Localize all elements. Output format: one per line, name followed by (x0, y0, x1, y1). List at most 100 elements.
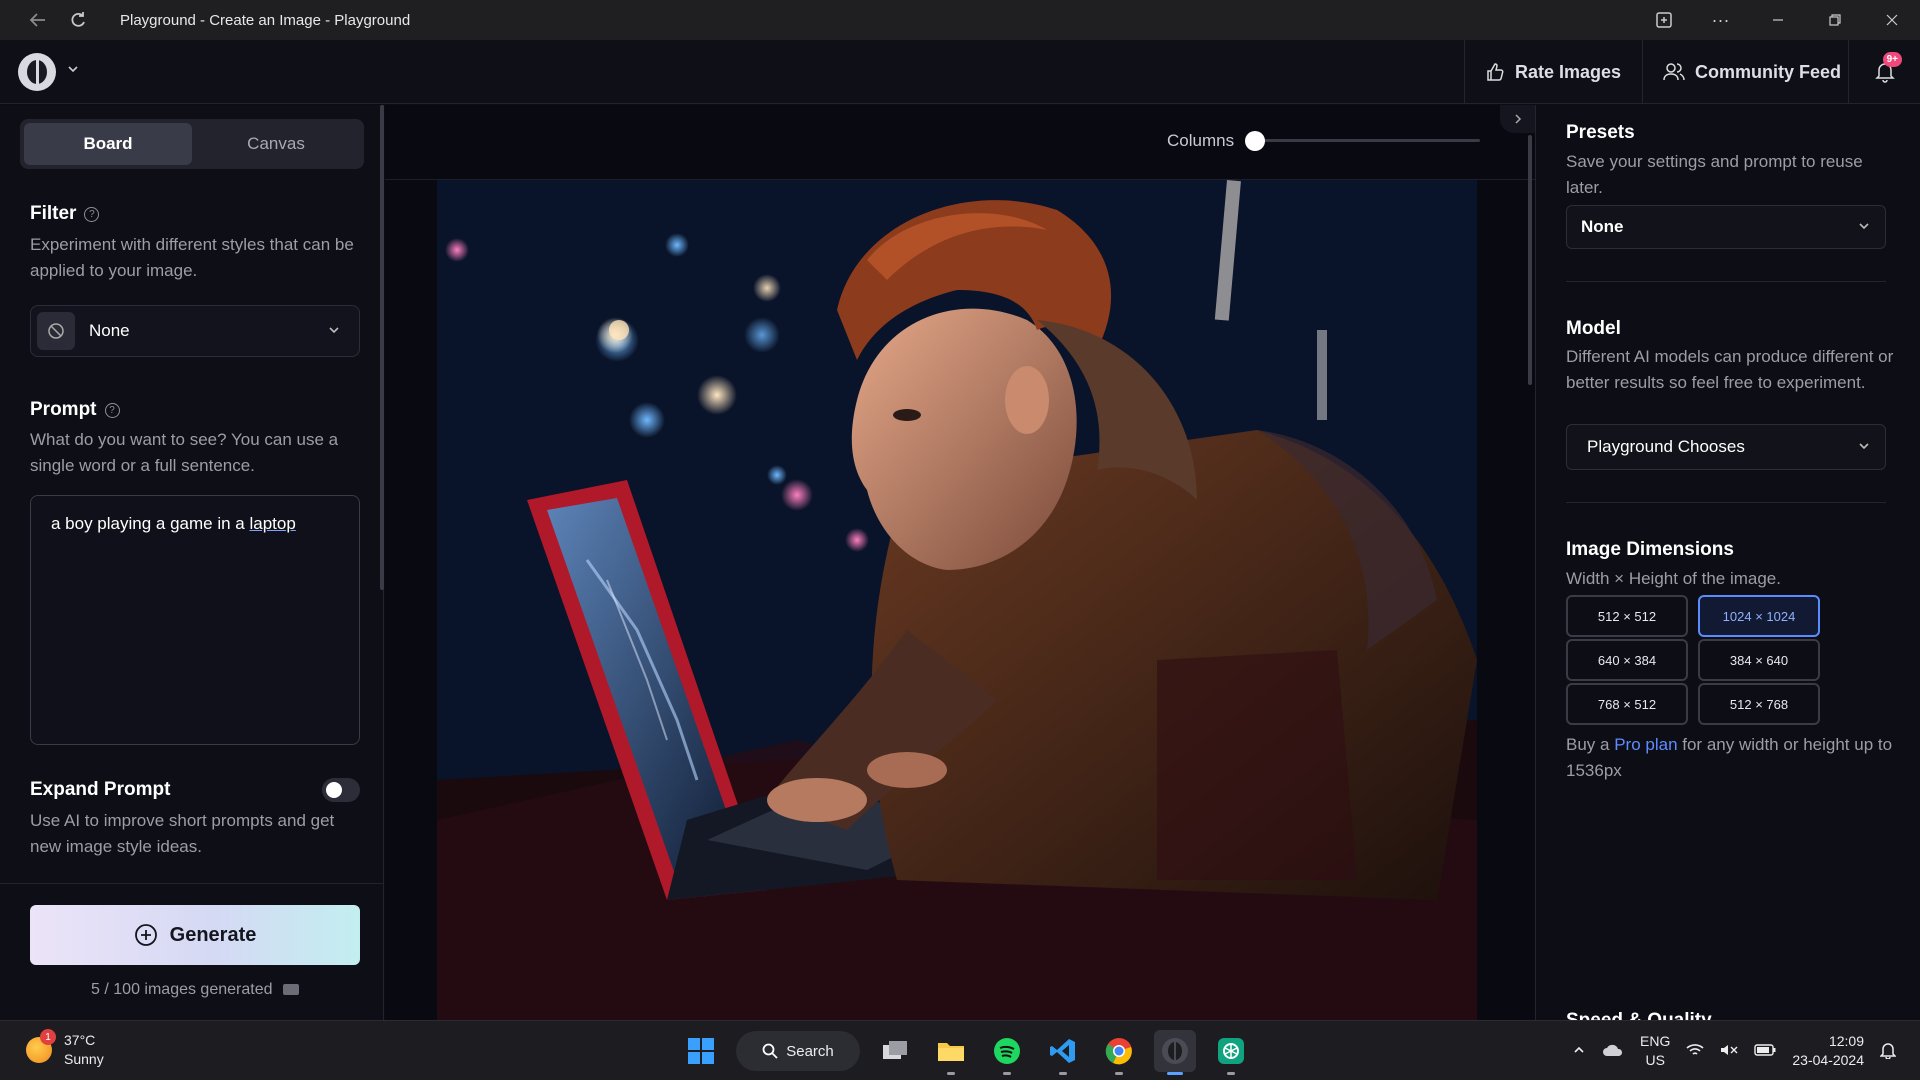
thumbs-up-icon (1487, 63, 1504, 81)
battery-icon[interactable] (1754, 1043, 1776, 1059)
restore-icon[interactable] (1806, 0, 1863, 40)
clock[interactable]: 12:09 23-04-2024 (1792, 1032, 1864, 1070)
model-select[interactable]: Playground Chooses (1566, 424, 1886, 470)
playground-app-icon[interactable] (1154, 1030, 1196, 1075)
notifications-button[interactable]: 9+ (1848, 40, 1920, 104)
left-settings-panel: Board Canvas Filter ? Experiment with di… (0, 105, 384, 1020)
tab-canvas[interactable]: Canvas (192, 123, 360, 165)
clock-time: 12:09 (1828, 1033, 1864, 1049)
center-scrollbar[interactable] (1528, 135, 1532, 385)
dimension-640x384[interactable]: 640 × 384 (1566, 639, 1688, 681)
volume-muted-icon[interactable] (1720, 1043, 1738, 1060)
dimension-1024x1024[interactable]: 1024 × 1024 (1698, 595, 1820, 637)
chevron-right-icon[interactable] (1500, 105, 1536, 133)
dimension-384x640[interactable]: 384 × 640 (1698, 639, 1820, 681)
prompt-title: Prompt (30, 399, 97, 420)
rate-images-label: Rate Images (1515, 61, 1622, 82)
app-install-icon[interactable] (1635, 0, 1692, 40)
chrome-icon[interactable] (1098, 1030, 1140, 1075)
language-line2: US (1645, 1052, 1665, 1068)
rate-images-button[interactable]: Rate Images (1464, 40, 1641, 104)
left-scrollbar[interactable] (380, 105, 384, 590)
filter-value: None (89, 321, 130, 340)
taskbar-search[interactable]: Search (736, 1031, 860, 1071)
notification-center-icon[interactable] (1879, 1041, 1897, 1062)
more-options-icon[interactable]: ··· (1692, 0, 1749, 40)
divider (1566, 502, 1886, 503)
model-description: Different AI models can produce differen… (1566, 347, 1894, 392)
model-value: Playground Chooses (1587, 437, 1745, 456)
dimension-768x512[interactable]: 768 × 512 (1566, 683, 1688, 725)
view-mode-tabs: Board Canvas (20, 119, 364, 169)
back-icon[interactable] (18, 0, 58, 40)
refresh-icon[interactable] (58, 0, 98, 40)
tab-board[interactable]: Board (24, 123, 192, 165)
onedrive-icon[interactable] (1602, 1043, 1624, 1060)
weather-condition: Sunny (64, 1051, 104, 1067)
clock-date: 23-04-2024 (1792, 1052, 1864, 1068)
wifi-icon[interactable] (1686, 1043, 1704, 1060)
expand-prompt-toggle[interactable] (322, 778, 360, 802)
minimize-icon[interactable] (1749, 0, 1806, 40)
speed-quality-title-cut: Speed & Quality (1566, 998, 1712, 1020)
divider (0, 883, 384, 884)
chevron-down-icon (1857, 219, 1871, 236)
community-feed-label: Community Feed (1695, 61, 1842, 82)
generated-image[interactable] (437, 180, 1477, 1020)
windows-start-icon[interactable] (680, 1030, 722, 1072)
help-icon[interactable]: ? (84, 206, 100, 222)
prompt-textarea[interactable]: a boy playing a game in a laptop (30, 495, 360, 745)
language-indicator[interactable]: ENG US (1640, 1032, 1670, 1070)
presets-value: None (1581, 217, 1624, 236)
dimension-512x512[interactable]: 512 × 512 (1566, 595, 1688, 637)
presets-description: Save your settings and prompt to reuse l… (1566, 152, 1863, 197)
expand-prompt-description: Use AI to improve short prompts and get … (30, 811, 335, 856)
task-view-icon[interactable] (874, 1030, 916, 1072)
dimensions-description: Width × Height of the image. (1566, 569, 1781, 588)
chatgpt-icon[interactable] (1210, 1030, 1252, 1075)
generate-button[interactable]: Generate (30, 905, 360, 965)
community-feed-button[interactable]: Community Feed (1642, 40, 1861, 104)
pro-plan-note-prefix: Buy a (1566, 735, 1615, 754)
divider (1566, 281, 1886, 282)
spotify-icon[interactable] (986, 1030, 1028, 1075)
file-explorer-icon[interactable] (930, 1030, 972, 1075)
plus-circle-icon (134, 924, 157, 946)
filter-select[interactable]: None (30, 305, 360, 357)
chevron-down-icon (1857, 439, 1871, 456)
filter-heading: Filter ? (30, 203, 100, 225)
prompt-text: a boy playing a game in a (51, 514, 250, 533)
vscode-icon[interactable] (1042, 1030, 1084, 1075)
columns-label: Columns (1167, 131, 1235, 150)
images-generated-text: 5 / 100 images generated (91, 981, 273, 998)
model-title: Model (1566, 318, 1621, 339)
image-board: Columns (385, 105, 1536, 1020)
right-settings-panel: Presets Save your settings and prompt to… (1535, 105, 1920, 1020)
temperature: 37°C (64, 1032, 96, 1048)
dimensions-title: Image Dimensions (1566, 539, 1734, 560)
help-icon[interactable]: ? (104, 402, 120, 418)
pro-plan-link[interactable]: Pro plan (1614, 735, 1677, 754)
filter-description: Experiment with different styles that ca… (30, 235, 354, 280)
chevron-up-icon[interactable] (1572, 1043, 1586, 1060)
columns-slider-track[interactable] (1253, 139, 1480, 142)
presets-select[interactable]: None (1566, 205, 1886, 249)
no-filter-icon (37, 312, 75, 350)
columns-slider-thumb[interactable] (1245, 131, 1265, 151)
playground-logo[interactable] (18, 53, 56, 91)
window-title: Playground - Create an Image - Playgroun… (120, 11, 411, 29)
dimension-512x768[interactable]: 512 × 768 (1698, 683, 1820, 725)
weather-badge: 1 (40, 1029, 56, 1045)
info-icon[interactable] (282, 984, 299, 996)
weather-widget[interactable]: 1 37°C Sunny (26, 1029, 104, 1069)
browser-title-bar: Playground - Create an Image - Playgroun… (0, 0, 1920, 40)
generate-label: Generate (169, 923, 257, 946)
close-icon[interactable] (1863, 0, 1920, 40)
system-tray: ENG US 12:09 23-04-2024 (1572, 1029, 1897, 1073)
presets-title: Presets (1566, 122, 1635, 143)
chevron-down-icon[interactable] (66, 62, 80, 79)
windows-taskbar: 1 37°C Sunny Search ENG US 12:09 23-04-2… (0, 1020, 1920, 1080)
search-icon (762, 1043, 778, 1059)
users-icon (1663, 63, 1685, 81)
filter-title: Filter (30, 203, 77, 224)
